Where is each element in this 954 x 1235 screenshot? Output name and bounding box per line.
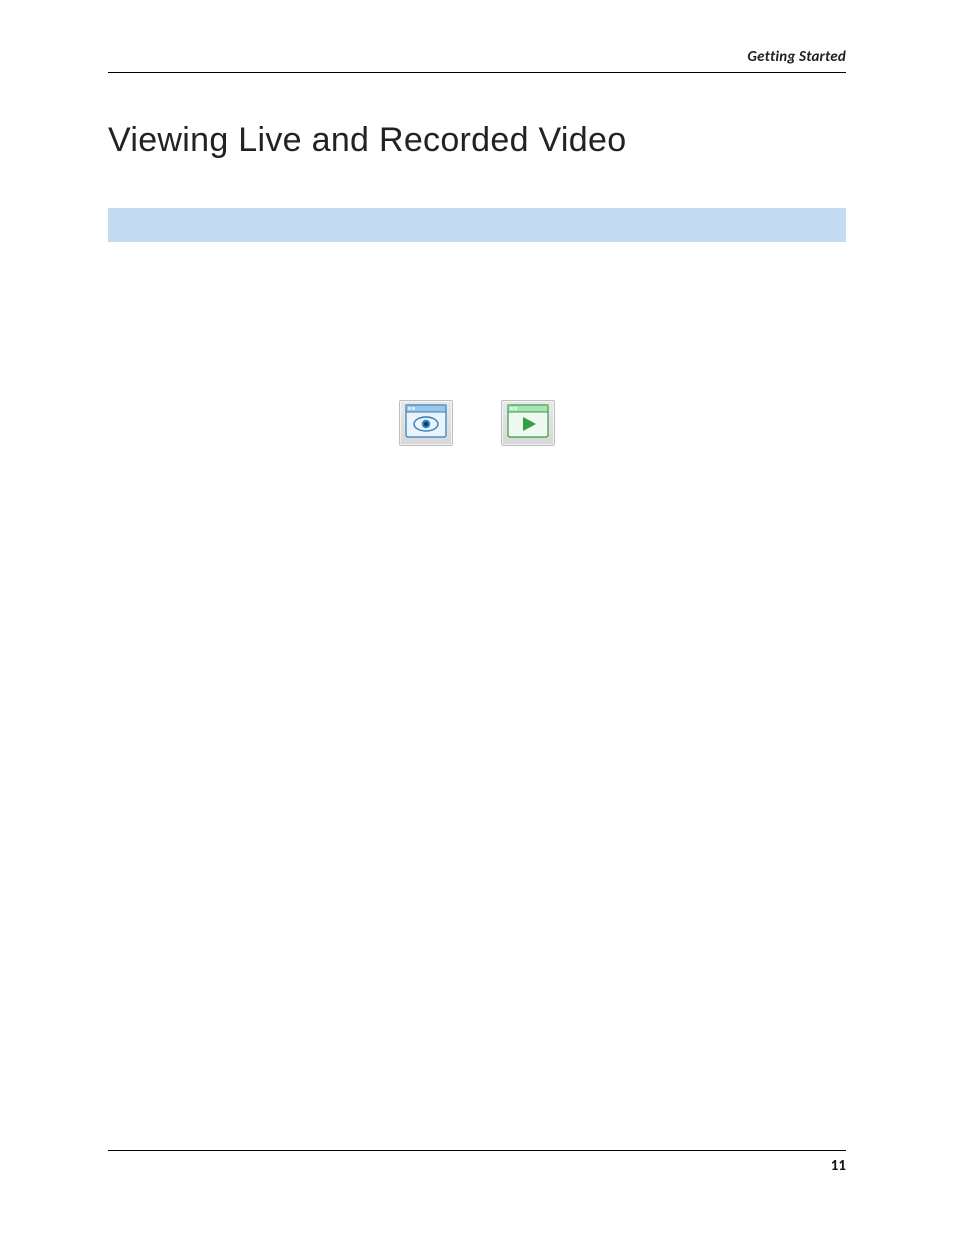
playback-tile xyxy=(501,400,555,446)
document-page: Getting Started Viewing Live and Recorde… xyxy=(0,0,954,1235)
page-title: Viewing Live and Recorded Video xyxy=(108,121,846,160)
section-label: Getting Started xyxy=(747,48,846,66)
page-number: 11 xyxy=(831,1157,846,1175)
live-view-icon xyxy=(405,404,447,443)
page-footer: 11 xyxy=(108,1150,846,1175)
section-callout-bar xyxy=(108,208,846,242)
mode-icons-row xyxy=(0,400,954,446)
live-view-tile xyxy=(399,400,453,446)
playback-icon xyxy=(507,404,549,443)
running-header: Getting Started xyxy=(108,48,846,73)
